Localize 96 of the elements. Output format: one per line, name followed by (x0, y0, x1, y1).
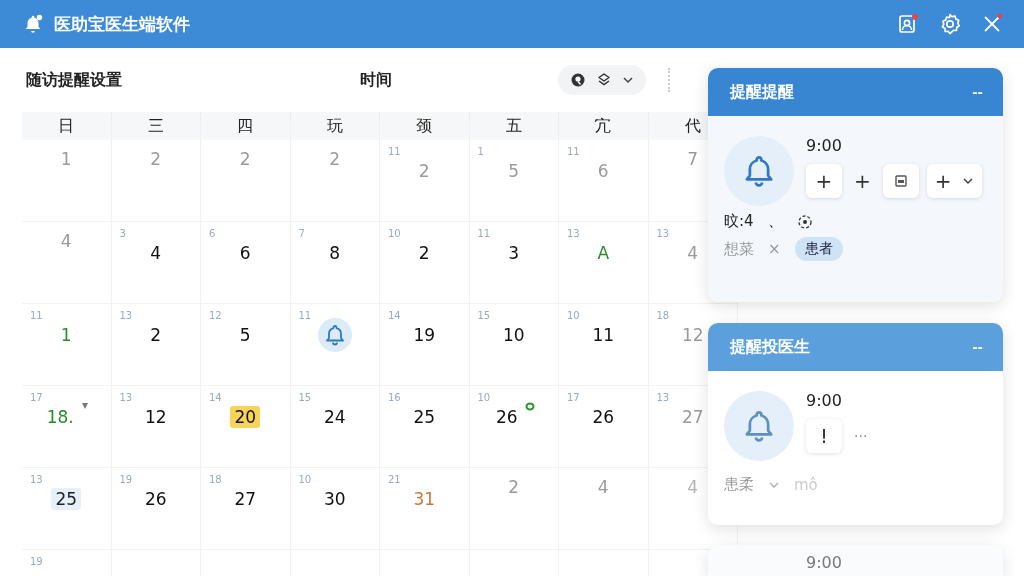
week-number: 11 (30, 310, 43, 322)
ring-icon (524, 402, 535, 411)
day-number[interactable]: 26 (141, 488, 170, 510)
week-number: 18 (209, 474, 222, 486)
week-number: 18 (656, 310, 670, 322)
week-number: 6 (209, 228, 216, 240)
target-icon[interactable] (796, 213, 813, 230)
day-number[interactable]: 2 (147, 324, 165, 346)
chevron-down-icon (622, 75, 634, 85)
add-button[interactable]: + (806, 164, 842, 198)
document-button[interactable] (882, 164, 919, 198)
collapse-button[interactable]: -- (972, 84, 983, 100)
reminder-time: 9:00 (806, 391, 843, 411)
day-number[interactable]: 10 (499, 324, 528, 346)
add-button[interactable]: ! (806, 419, 842, 453)
day-number[interactable]: 24 (320, 406, 349, 428)
week-number: 12 (209, 310, 222, 322)
day-number[interactable]: 18. (43, 406, 77, 428)
weekday-label: 三 (111, 112, 201, 140)
week-number: 13 (656, 228, 670, 240)
week-number: 17 (30, 392, 43, 404)
week-number: 3 (119, 228, 126, 240)
day-number[interactable]: 12 (141, 406, 170, 428)
reminder-time: 9:00 (806, 136, 843, 156)
document-icon (893, 174, 908, 188)
weekday-label: 五 (469, 112, 559, 140)
week-number: 13 (567, 228, 580, 240)
weekday-label: 日 (22, 112, 112, 140)
week-number: 16 (388, 392, 401, 404)
reminder-time: 9:00 (806, 553, 842, 573)
info-text: 患柔 (724, 475, 754, 494)
week-number: 10 (477, 392, 491, 404)
week-number: 15 (298, 392, 312, 404)
day-number[interactable]: A (594, 242, 613, 264)
window-title: 医助宝医生端软件 (54, 12, 190, 36)
week-number: 19 (30, 556, 43, 568)
week-number: 21 (388, 474, 401, 486)
week-number: 19 (119, 474, 133, 486)
weekday-label: 宂 (559, 112, 649, 140)
day-number[interactable]: 8 (326, 242, 344, 264)
day-number[interactable]: 27 (231, 488, 260, 510)
bell-icon[interactable] (317, 318, 352, 352)
day-number[interactable]: 3 (505, 242, 523, 264)
week-number: 11 (298, 310, 312, 322)
patient-tag[interactable]: 患者 (794, 237, 843, 261)
view-switcher[interactable] (558, 65, 646, 95)
day-number[interactable]: 25 (410, 406, 439, 428)
info-text: × (768, 240, 781, 258)
week-number: 17 (567, 392, 580, 404)
day-number[interactable]: 31 (410, 488, 439, 510)
week-number: 10 (567, 310, 580, 322)
pin-icon (80, 402, 89, 410)
day-number[interactable]: 5 (236, 324, 254, 346)
week-number: 10 (388, 228, 401, 240)
day-number[interactable]: 19 (410, 324, 439, 346)
page-title: 随访提醒设置 (26, 69, 123, 91)
time-label: 时间 (360, 69, 393, 91)
day-number[interactable]: 11 (589, 324, 618, 346)
week-number: 13 (30, 474, 43, 486)
day-number[interactable]: 2 (415, 242, 433, 264)
day-number[interactable]: 25 (51, 488, 82, 510)
week-number: 10 (298, 474, 312, 486)
day-number[interactable]: 6 (236, 242, 254, 264)
week-number: 11 (477, 228, 491, 240)
weekday-label: 四 (201, 112, 291, 140)
week-number: 13 (119, 310, 133, 322)
day-number[interactable]: 4 (147, 242, 165, 264)
day-number[interactable]: 26 (492, 406, 521, 428)
card-title: 提醒提醒 (730, 81, 794, 103)
week-number: 13 (656, 392, 670, 404)
add-dropdown[interactable]: + (926, 164, 982, 198)
week-number: 14 (209, 392, 222, 404)
user-icon[interactable] (896, 12, 920, 36)
day-number[interactable]: 1 (57, 324, 75, 346)
week-number: 1 (477, 146, 484, 158)
bell-icon (724, 136, 794, 206)
day-number[interactable]: 20 (230, 406, 261, 428)
day-number[interactable]: 30 (320, 488, 349, 510)
week-number: 11 (388, 146, 401, 158)
week-number: 13 (119, 392, 133, 404)
info-text: 、 (767, 212, 783, 231)
plus-label: + (853, 169, 872, 193)
card-title: 提醒投医生 (730, 336, 810, 358)
day-number[interactable]: 26 (589, 406, 618, 428)
more-label: ··· (853, 428, 869, 444)
weekday-label: 玩 (290, 112, 380, 140)
week-number: 15 (477, 310, 491, 322)
week-number: 14 (388, 310, 401, 322)
weekday-label: 颈 (380, 112, 470, 140)
info-text: 想菜 (724, 239, 754, 259)
chevron-down-icon (961, 176, 974, 186)
week-number: 11 (567, 146, 580, 158)
week-number: 7 (298, 228, 305, 240)
layers-icon (596, 72, 612, 88)
bell-icon (724, 391, 794, 461)
info-text: 旼:4 (724, 212, 754, 231)
